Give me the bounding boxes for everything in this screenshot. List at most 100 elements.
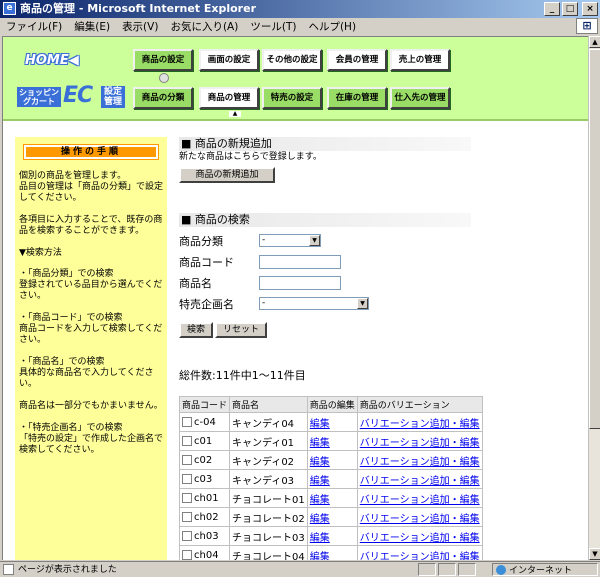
row-checkbox[interactable] — [182, 511, 192, 522]
nav-member-management[interactable]: 会員の管理 — [327, 49, 387, 71]
product-code: c02 — [194, 454, 213, 466]
menu-tools[interactable]: ツール(T) — [250, 19, 296, 34]
table-row: c03 キャンディ03 編集 バリエーション追加・編集 — [178, 469, 483, 489]
edit-cell: 編集 — [306, 469, 358, 489]
nav-product-settings[interactable]: 商品の設定 — [133, 49, 193, 71]
status-message: ページが表示されました — [18, 565, 117, 575]
menu-file[interactable]: ファイル(F) — [6, 19, 62, 34]
row-checkbox[interactable] — [182, 530, 192, 541]
nav-screen-settings[interactable]: 画面の設定 — [199, 49, 259, 71]
product-code: c-04 — [194, 416, 216, 428]
row-checkbox[interactable] — [182, 473, 192, 484]
edit-link[interactable]: 編集 — [310, 552, 330, 561]
nav-supplier-management[interactable]: 仕入先の管理 — [390, 87, 450, 109]
search-button[interactable]: 検索 — [179, 322, 214, 338]
variation-link[interactable]: バリエーション追加・編集 — [360, 438, 480, 449]
variation-link[interactable]: バリエーション追加・編集 — [360, 533, 480, 544]
product-code: ch02 — [194, 511, 219, 523]
edit-link[interactable]: 編集 — [310, 514, 330, 525]
variation-link[interactable]: バリエーション追加・編集 — [360, 552, 480, 561]
code-cell: ch02 — [178, 507, 231, 527]
edit-link[interactable]: 編集 — [310, 476, 330, 487]
col-header-code: 商品コード — [178, 396, 231, 413]
product-name: キャンディ04 — [229, 412, 308, 432]
row-checkbox[interactable] — [182, 549, 192, 560]
category-select[interactable]: - ▼ — [259, 234, 321, 247]
table-row: ch03 チョコレート03 編集 バリエーション追加・編集 — [178, 526, 483, 546]
variation-link[interactable]: バリエーション追加・編集 — [360, 476, 480, 487]
variation-cell: バリエーション追加・編集 — [356, 469, 483, 489]
nav-sales-management[interactable]: 売上の管理 — [390, 49, 450, 71]
variation-link[interactable]: バリエーション追加・編集 — [360, 495, 480, 506]
logo-ec-text: EC — [63, 83, 93, 108]
maximize-button[interactable]: □ — [562, 2, 578, 16]
menu-favorites[interactable]: お気に入り(A) — [170, 19, 238, 34]
minimize-button[interactable]: _ — [544, 2, 560, 16]
nav-product-management[interactable]: 商品の管理 — [199, 87, 259, 109]
edit-cell: 編集 — [306, 431, 358, 451]
nav-product-categories[interactable]: 商品の分類 — [133, 87, 193, 109]
code-input[interactable] — [259, 254, 341, 269]
variation-cell: バリエーション追加・編集 — [356, 488, 483, 508]
edit-link[interactable]: 編集 — [310, 495, 330, 506]
product-name: チョコレート04 — [229, 545, 308, 560]
variation-cell: バリエーション追加・編集 — [356, 450, 483, 470]
edit-cell: 編集 — [306, 545, 358, 561]
reset-button[interactable]: リセット — [215, 322, 268, 338]
menu-help[interactable]: ヘルプ(H) — [308, 19, 356, 34]
variation-link[interactable]: バリエーション追加・編集 — [360, 514, 480, 525]
edit-link[interactable]: 編集 — [310, 419, 330, 430]
close-button[interactable]: × — [582, 2, 598, 16]
variation-link[interactable]: バリエーション追加・編集 — [360, 419, 480, 430]
instructions-sidebar: 操作の手順 個別の商品を管理します。 品目の管理は「商品の分類」で設定してくださ… — [15, 137, 167, 560]
category-label: 商品分類 — [179, 234, 223, 248]
menu-edit[interactable]: 編集(E) — [74, 19, 110, 34]
windows-logo-icon: ⊞ — [576, 18, 598, 34]
scroll-thumb[interactable] — [589, 49, 600, 429]
window-title: 商品の管理 - Microsoft Internet Explorer — [20, 2, 256, 15]
code-cell: ch04 — [178, 545, 231, 560]
sale-select[interactable]: - ▼ — [259, 297, 369, 310]
code-cell: ch01 — [178, 488, 231, 508]
category-select-value: - — [262, 235, 266, 245]
app-header: HOME◀ ショッピングカート EC 設定管理 商品の設定 画面の設定 その他の… — [3, 37, 588, 121]
nav-sale-settings[interactable]: 特売の設定 — [262, 87, 322, 109]
edit-link[interactable]: 編集 — [310, 533, 330, 544]
globe-icon — [496, 565, 506, 575]
edit-link[interactable]: 編集 — [310, 438, 330, 449]
product-code: c01 — [194, 435, 213, 447]
status-pane — [438, 563, 456, 576]
vertical-scrollbar[interactable]: ▲ ▼ — [588, 36, 600, 560]
scroll-down-icon[interactable]: ▼ — [589, 548, 600, 560]
browser-viewport: HOME◀ ショッピングカート EC 設定管理 商品の設定 画面の設定 その他の… — [2, 36, 588, 560]
scroll-up-icon[interactable]: ▲ — [589, 36, 600, 48]
code-cell: c01 — [178, 431, 231, 451]
variation-cell: バリエーション追加・編集 — [356, 412, 483, 432]
table-header-row: 商品コード 商品名 商品の編集 商品のバリエーション — [178, 396, 483, 413]
menu-view[interactable]: 表示(V) — [122, 19, 158, 34]
edit-link[interactable]: 編集 — [310, 457, 330, 468]
logo-cart-text: ショッピングカート — [17, 87, 61, 107]
nav-indicator-dot — [159, 73, 169, 83]
variation-link[interactable]: バリエーション追加・編集 — [360, 457, 480, 468]
add-product-button[interactable]: 商品の新規追加 — [179, 167, 275, 183]
nav-stock-management[interactable]: 在庫の管理 — [327, 87, 387, 109]
security-zone: インターネット — [492, 563, 598, 576]
row-checkbox[interactable] — [182, 454, 192, 465]
row-checkbox[interactable] — [182, 416, 192, 427]
nav-other-settings[interactable]: その他の設定 — [262, 49, 322, 71]
sidebar-heading: 操作の手順 — [23, 144, 159, 160]
product-name: チョコレート02 — [229, 507, 308, 527]
name-label: 商品名 — [179, 276, 212, 290]
edit-cell: 編集 — [306, 488, 358, 508]
home-link[interactable]: HOME◀ — [25, 53, 79, 68]
name-input[interactable] — [259, 275, 341, 290]
col-header-name: 商品名 — [229, 396, 308, 413]
row-checkbox[interactable] — [182, 435, 192, 446]
nav-current-caret-icon: ▲ — [229, 111, 241, 117]
results-count: 総件数:11件中1〜11件目 — [179, 369, 306, 382]
row-checkbox[interactable] — [182, 492, 192, 503]
ie-page-icon: e — [3, 2, 16, 15]
col-header-edit: 商品の編集 — [306, 396, 358, 413]
table-row: c-04 キャンディ04 編集 バリエーション追加・編集 — [178, 412, 483, 432]
